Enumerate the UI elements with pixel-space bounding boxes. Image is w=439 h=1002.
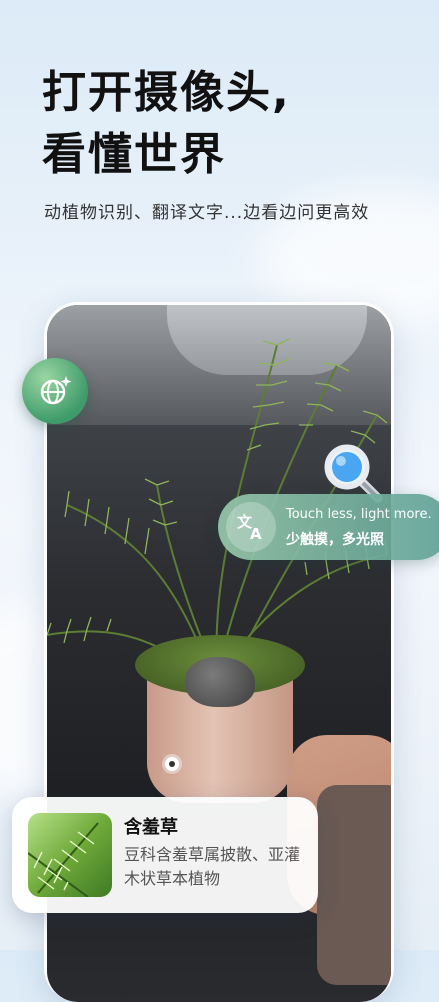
globe-sparkle-icon xyxy=(40,376,72,405)
sleeve xyxy=(317,785,391,985)
translate-button[interactable]: 文 A xyxy=(226,502,276,552)
result-card[interactable]: 含羞草 豆科含羞草属披散、亚灌木状草本植物 xyxy=(12,797,318,913)
globe-sparkle-button[interactable] xyxy=(22,358,88,424)
translate-overlay[interactable]: 文 A Touch less, light more. 少触摸，多光照 xyxy=(218,494,439,560)
translate-icon: 文 A xyxy=(237,513,262,543)
plant-description: 豆科含羞草属披散、亚灌木状草本植物 xyxy=(124,845,301,888)
plant-thumbnail xyxy=(28,813,112,897)
plant-pot xyxy=(135,635,305,805)
headline-line1: 打开摄像头, xyxy=(42,67,291,118)
plant-name: 含羞草 xyxy=(124,817,178,838)
svg-text:A: A xyxy=(250,525,262,543)
rock xyxy=(185,657,255,707)
translate-result-text: 少触摸，多光照 xyxy=(286,532,384,548)
headline: 打开摄像头, 看懂世界 xyxy=(42,62,291,186)
subtitle: 动植物识别、翻译文字...边看边问更高效 xyxy=(44,203,370,223)
focus-point[interactable] xyxy=(165,757,179,771)
headline-line2: 看懂世界 xyxy=(42,129,226,180)
translate-source-text: Touch less, light more. xyxy=(286,507,432,522)
